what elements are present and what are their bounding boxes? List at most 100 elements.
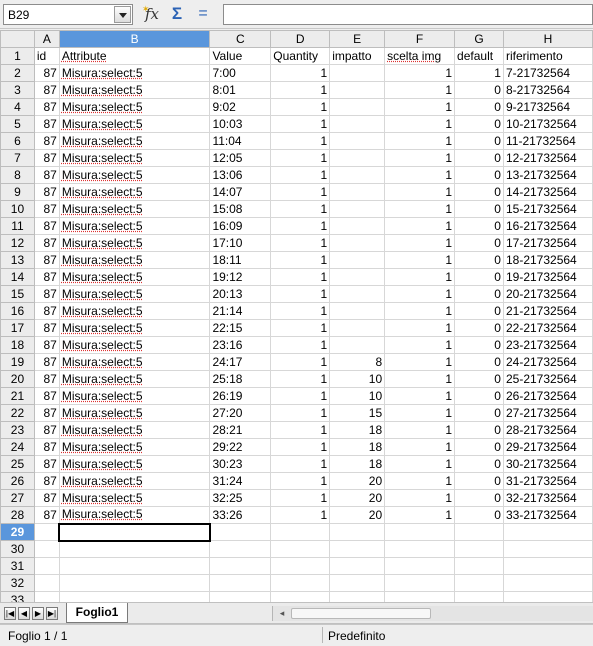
cell-e33[interactable] [329, 591, 386, 602]
chevron-down-icon[interactable] [114, 6, 131, 23]
cell-b19[interactable]: Misura:select:5 [58, 353, 211, 371]
cell-h2[interactable]: 7-21732564 [502, 64, 593, 82]
row-header[interactable]: 20 [0, 370, 35, 388]
cell-c28[interactable]: 33:26 [209, 506, 272, 524]
cell-g28[interactable]: 0 [454, 506, 504, 524]
row-header[interactable]: 13 [0, 251, 35, 269]
equals-icon[interactable]: = [193, 4, 213, 24]
cell-d2[interactable]: 1 [270, 64, 331, 82]
cell-d19[interactable]: 1 [270, 353, 331, 371]
row-header[interactable]: 10 [0, 200, 35, 218]
cell-b21[interactable]: Misura:select:5 [58, 387, 211, 405]
row-header[interactable]: 25 [0, 455, 35, 473]
cell-h12[interactable]: 17-21732564 [502, 234, 593, 252]
column-header-b[interactable]: B [58, 30, 211, 48]
row-header[interactable]: 30 [0, 540, 35, 558]
column-header-f[interactable]: F [384, 30, 456, 48]
cell-g11[interactable]: 0 [454, 217, 504, 235]
column-header-h[interactable]: H [502, 30, 593, 48]
cell-f24[interactable]: 1 [384, 438, 456, 456]
cell-h24[interactable]: 29-21732564 [502, 438, 593, 456]
cell-e23[interactable]: 18 [329, 421, 386, 439]
cell-f16[interactable]: 1 [384, 302, 456, 320]
cell-a17[interactable]: 87 [33, 319, 60, 337]
cell-h27[interactable]: 32-21732564 [502, 489, 593, 507]
cell-b26[interactable]: Misura:select:5 [58, 472, 211, 490]
cell-a31[interactable] [33, 557, 60, 575]
cell-f12[interactable]: 1 [384, 234, 456, 252]
cell-c17[interactable]: 22:15 [209, 319, 272, 337]
cell-d33[interactable] [270, 591, 331, 602]
next-sheet-icon[interactable]: ▶ [32, 607, 44, 620]
cell-d14[interactable]: 1 [270, 268, 331, 286]
cell-d20[interactable]: 1 [270, 370, 331, 388]
cell-d32[interactable] [270, 574, 331, 592]
cell-e17[interactable] [329, 319, 386, 337]
cell-c30[interactable] [209, 540, 272, 558]
row-header[interactable]: 26 [0, 472, 35, 490]
cell-h25[interactable]: 30-21732564 [502, 455, 593, 473]
cell-h30[interactable] [502, 540, 593, 558]
cell-d26[interactable]: 1 [270, 472, 331, 490]
cell-c11[interactable]: 16:09 [209, 217, 272, 235]
cell-b5[interactable]: Misura:select:5 [58, 115, 211, 133]
cell-g3[interactable]: 0 [454, 81, 504, 99]
cell-d22[interactable]: 1 [270, 404, 331, 422]
row-header[interactable]: 17 [0, 319, 35, 337]
cell-e4[interactable] [329, 98, 386, 116]
cell-e1[interactable]: impatto [329, 47, 386, 65]
cell-h4[interactable]: 9-21732564 [502, 98, 593, 116]
cell-e7[interactable] [329, 149, 386, 167]
cell-b18[interactable]: Misura:select:5 [58, 336, 211, 354]
cell-g15[interactable]: 0 [454, 285, 504, 303]
cell-c24[interactable]: 29:22 [209, 438, 272, 456]
cell-b31[interactable] [58, 557, 211, 575]
cell-g6[interactable]: 0 [454, 132, 504, 150]
cell-a25[interactable]: 87 [33, 455, 60, 473]
cell-d8[interactable]: 1 [270, 166, 331, 184]
row-header[interactable]: 19 [0, 353, 35, 371]
cell-f32[interactable] [384, 574, 456, 592]
cell-e20[interactable]: 10 [329, 370, 386, 388]
cell-d4[interactable]: 1 [270, 98, 331, 116]
cell-a30[interactable] [33, 540, 60, 558]
cell-c7[interactable]: 12:05 [209, 149, 272, 167]
cell-b27[interactable]: Misura:select:5 [58, 489, 211, 507]
cell-e22[interactable]: 15 [329, 404, 386, 422]
sheet-tab-foglio1[interactable]: Foglio1 [66, 603, 128, 623]
cell-f13[interactable]: 1 [384, 251, 456, 269]
active-cell-b29[interactable] [58, 522, 211, 542]
cell-a14[interactable]: 87 [33, 268, 60, 286]
cell-b3[interactable]: Misura:select:5 [58, 81, 211, 99]
cell-f27[interactable]: 1 [384, 489, 456, 507]
cell-g25[interactable]: 0 [454, 455, 504, 473]
cell-a23[interactable]: 87 [33, 421, 60, 439]
row-header[interactable]: 3 [0, 81, 35, 99]
cell-d10[interactable]: 1 [270, 200, 331, 218]
cell-a26[interactable]: 87 [33, 472, 60, 490]
cell-g27[interactable]: 0 [454, 489, 504, 507]
cell-a5[interactable]: 87 [33, 115, 60, 133]
cell-e25[interactable]: 18 [329, 455, 386, 473]
cell-h23[interactable]: 28-21732564 [502, 421, 593, 439]
cell-h31[interactable] [502, 557, 593, 575]
cell-a22[interactable]: 87 [33, 404, 60, 422]
cell-g1[interactable]: default [454, 47, 504, 65]
row-header[interactable]: 33 [0, 591, 35, 602]
row-header[interactable]: 28 [0, 506, 35, 524]
cell-e28[interactable]: 20 [329, 506, 386, 524]
cell-f19[interactable]: 1 [384, 353, 456, 371]
cell-e2[interactable] [329, 64, 386, 82]
cell-e26[interactable]: 20 [329, 472, 386, 490]
cell-a16[interactable]: 87 [33, 302, 60, 320]
cell-e14[interactable] [329, 268, 386, 286]
cell-a33[interactable] [33, 591, 60, 602]
cell-f14[interactable]: 1 [384, 268, 456, 286]
cell-c2[interactable]: 7:00 [209, 64, 272, 82]
cell-d25[interactable]: 1 [270, 455, 331, 473]
cell-f10[interactable]: 1 [384, 200, 456, 218]
cell-d9[interactable]: 1 [270, 183, 331, 201]
cell-a27[interactable]: 87 [33, 489, 60, 507]
cell-f33[interactable] [384, 591, 456, 602]
cell-e31[interactable] [329, 557, 386, 575]
